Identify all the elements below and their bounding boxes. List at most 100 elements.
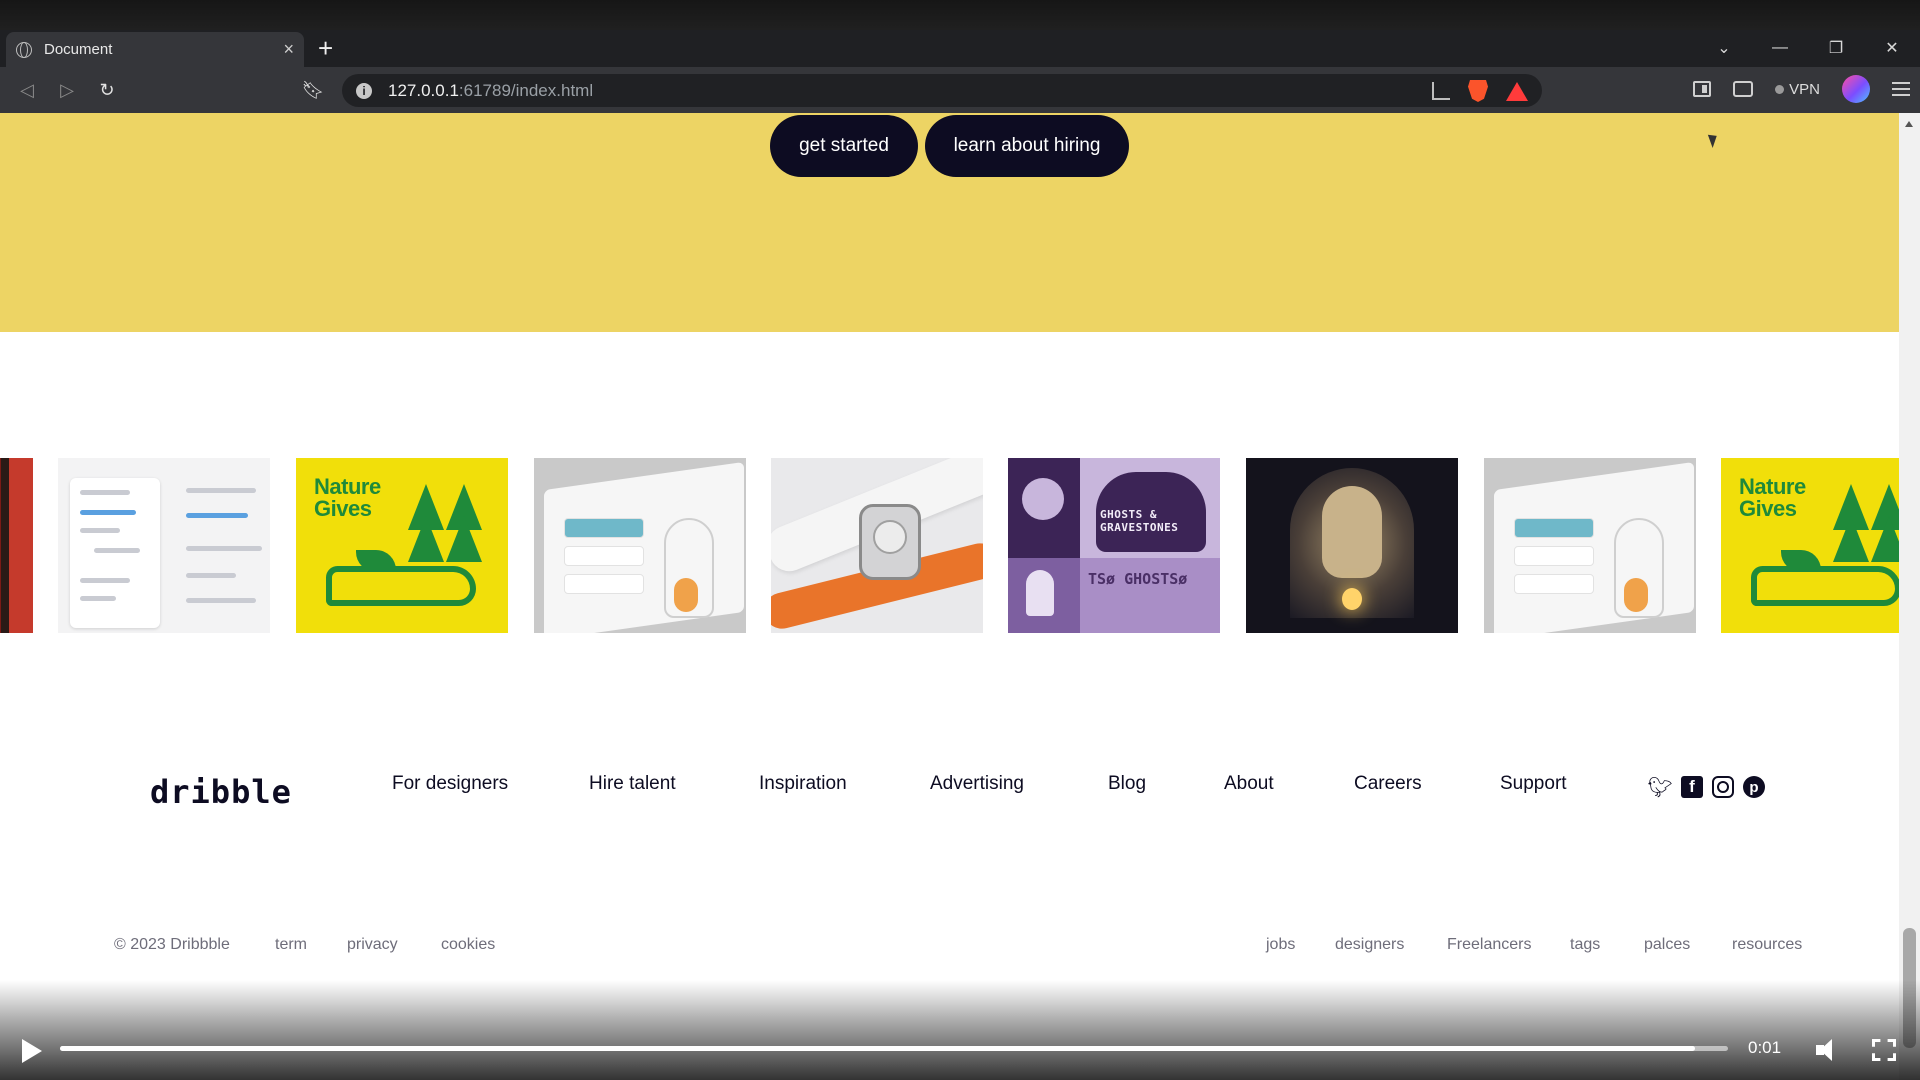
panel-line [80,510,136,515]
wallet-icon[interactable] [1733,81,1754,97]
brave-shields-icon[interactable] [1468,80,1488,102]
vpn-status-dot [1775,84,1785,94]
forward-icon[interactable]: ▷ [54,77,80,103]
globe-icon [16,41,32,58]
ui-card [1514,518,1594,538]
footer-link-privacy[interactable]: privacy [347,936,398,954]
tab-title: Document [44,41,113,58]
hand-icon [1751,566,1899,606]
ui-card [564,518,644,538]
share-icon[interactable] [1432,82,1450,100]
tree-icon [1871,516,1899,562]
page-scrollbar[interactable] [1899,113,1920,1080]
shots-carousel: Nature Gives GHOSTS & GRAVESTONES TSø GH… [0,458,1899,633]
address-bar[interactable]: i 127.0.0.1:61789/index.html [342,74,1542,107]
footer-link-support[interactable]: Support [1500,773,1567,795]
volume-icon[interactable] [1816,1039,1842,1061]
twitter-icon[interactable]: 🐦︎ [1647,776,1672,799]
vpn-label: VPN [1789,80,1820,98]
mouse-cursor-icon [1707,132,1721,148]
omnibox-icons [1432,80,1528,102]
footer-link-blog[interactable]: Blog [1108,773,1146,795]
footer-link-for-designers[interactable]: For designers [392,773,508,795]
report-line [186,546,262,551]
brave-rewards-icon[interactable] [1506,81,1528,101]
toolbar-right: VPN [1693,75,1910,103]
video-progress-fill [60,1046,1695,1051]
report-line [186,573,236,578]
tree-icon [408,516,444,562]
organ-highlight [674,578,698,612]
red-stripes-shot[interactable] [0,458,33,633]
report-line [186,598,256,603]
skull-icon [1022,478,1064,520]
footer-link-cookies[interactable]: cookies [441,936,495,954]
video-time: 0:01 [1748,1038,1782,1057]
ghost-icon [1026,570,1054,616]
restore-button[interactable]: ❐ [1808,38,1864,58]
minimize-button[interactable]: — [1752,39,1808,57]
vpn-button[interactable]: VPN [1775,81,1820,98]
ui-card [564,546,644,566]
window-controls: ⌄ — ❐ ✕ [1696,30,1920,66]
facebook-icon[interactable]: f [1681,776,1703,798]
footer-link-palces[interactable]: palces [1644,936,1690,954]
watch-shot[interactable] [771,458,983,633]
dashboard-shot[interactable] [58,458,270,633]
fullscreen-icon[interactable] [1872,1039,1896,1061]
learn-about-hiring-button[interactable]: learn about hiring [925,115,1129,177]
footer-link-resources[interactable]: resources [1732,936,1802,954]
nature-gives-shot[interactable]: Nature Gives [296,458,508,633]
laptop-anatomy-shot[interactable] [534,458,746,633]
reload-icon[interactable]: ↻ [94,77,120,103]
nature-gives-shot[interactable]: Nature Gives [1721,458,1899,633]
footer-link-inspiration[interactable]: Inspiration [759,773,847,795]
panel-line [80,528,120,533]
report-title-line [186,488,256,493]
footer-link-careers[interactable]: Careers [1354,773,1422,795]
video-progress-bar[interactable] [60,1046,1728,1051]
tab-document[interactable]: Document × [6,32,304,67]
ui-card [1514,546,1594,566]
url-path: :61789/index.html [458,80,594,100]
new-tab-button[interactable]: + [318,33,333,63]
cave-creature-shot[interactable] [1246,458,1458,633]
nature-gives-text: Nature Gives [1739,474,1806,521]
footer-link-term[interactable]: term [275,936,307,954]
hero-section: get started learn about hiring [0,113,1899,332]
tab-bar: Document × [0,30,1920,67]
panel-line [80,596,116,601]
footer-link-designers[interactable]: designers [1335,936,1404,954]
footer-link-jobs[interactable]: jobs [1266,936,1295,954]
close-tab-icon[interactable]: × [283,39,294,60]
nature-gives-text: Nature Gives [314,474,381,521]
footer-link-freelancers[interactable]: Freelancers [1447,936,1531,954]
ghosts-gravestones-shot[interactable]: GHOSTS & GRAVESTONES TSø GHOSTSø [1008,458,1220,633]
footer-link-about[interactable]: About [1224,773,1274,795]
video-controls: 0:01 [0,1032,1920,1080]
pinterest-icon[interactable]: p [1743,776,1765,798]
bookmark-icon[interactable]: 🔖︎ [300,77,326,103]
creature-figure [1322,486,1382,578]
play-icon[interactable] [22,1039,42,1063]
laptop-anatomy-shot[interactable] [1484,458,1696,633]
footer-link-advertising[interactable]: Advertising [930,773,1024,795]
menu-icon[interactable] [1892,82,1910,96]
sidebar-icon[interactable] [1693,81,1712,97]
instagram-icon[interactable] [1712,776,1734,798]
footer-logo[interactable]: dribble [150,773,292,811]
footer-link-hire-talent[interactable]: Hire talent [589,773,676,795]
ghosts-gravestones-text: GHOSTS & GRAVESTONES [1100,508,1179,534]
get-started-button[interactable]: get started [770,115,918,177]
scroll-up-icon[interactable] [1905,121,1913,127]
tab-search-icon[interactable]: ⌄ [1696,38,1752,58]
back-icon[interactable]: ◁ [14,77,40,103]
footer-link-tags[interactable]: tags [1570,936,1600,954]
ghosts-strip-text: TSø GHOSTSø [1088,570,1188,588]
close-window-button[interactable]: ✕ [1864,38,1920,58]
panel-line [94,548,140,553]
site-info-icon[interactable]: i [356,82,372,99]
panel-line [80,490,130,495]
ui-card [1514,574,1594,594]
profile-avatar[interactable] [1842,75,1870,103]
